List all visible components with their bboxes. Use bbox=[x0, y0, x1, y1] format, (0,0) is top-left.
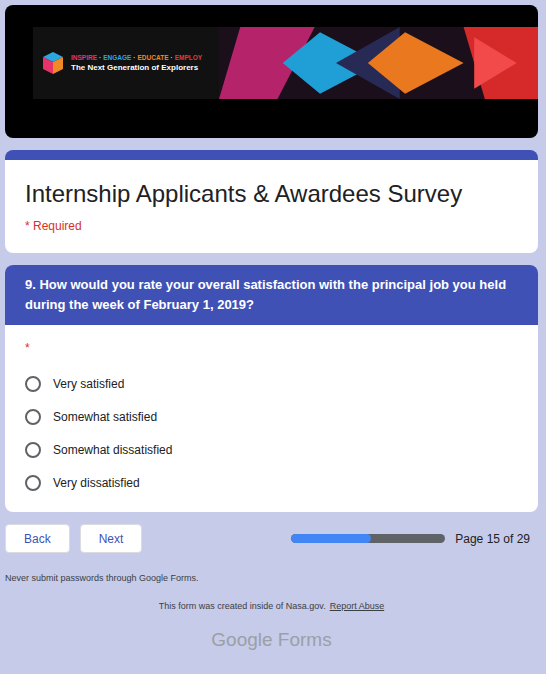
navigation-bar: Back Next Page 15 of 29 bbox=[5, 524, 538, 553]
question-body: * Very satisfied Somewhat satisfied Somewha… bbox=[5, 325, 538, 512]
required-note: * Required bbox=[25, 219, 518, 233]
banner-strip: INSPIRE·ENGAGE·EDUCATE·EMPLOY The Next Ge… bbox=[33, 27, 538, 99]
form-page: INSPIRE·ENGAGE·EDUCATE·EMPLOY The Next Ge… bbox=[0, 0, 546, 674]
radio-icon[interactable] bbox=[25, 409, 41, 425]
title-card: Internship Applicants & Awardees Survey *… bbox=[5, 150, 538, 253]
page-indicator: Page 15 of 29 bbox=[455, 532, 530, 546]
banner-text: INSPIRE·ENGAGE·EDUCATE·EMPLOY The Next Ge… bbox=[71, 54, 202, 72]
banner-art-icon bbox=[219, 27, 538, 99]
progress-bar bbox=[291, 534, 445, 543]
form-title: Internship Applicants & Awardees Survey bbox=[25, 178, 518, 209]
radio-icon[interactable] bbox=[25, 376, 41, 392]
required-mark: * bbox=[25, 341, 518, 361]
banner-tagline: INSPIRE·ENGAGE·EDUCATE·EMPLOY bbox=[71, 54, 202, 61]
question-title: 9. How would you rate your overall satis… bbox=[5, 265, 538, 325]
google-forms-logo: Google Forms bbox=[5, 629, 538, 651]
nav-button[interactable]: Back bbox=[5, 524, 70, 553]
radio-option[interactable]: Somewhat dissatisfied bbox=[25, 439, 518, 461]
report-abuse-link[interactable]: Report Abuse bbox=[330, 601, 385, 611]
radio-icon[interactable] bbox=[25, 442, 41, 458]
nav-button[interactable]: Next bbox=[80, 524, 143, 553]
question-card: 9. How would you rate your overall satis… bbox=[5, 265, 538, 512]
created-note: This form was created inside of Nasa.gov… bbox=[5, 601, 538, 611]
radio-option[interactable]: Very dissatisfied bbox=[25, 472, 518, 494]
password-warning: Never submit passwords through Google Fo… bbox=[5, 573, 538, 583]
banner-subtitle: The Next Generation of Explorers bbox=[71, 63, 202, 72]
banner-brand: INSPIRE·ENGAGE·EDUCATE·EMPLOY The Next Ge… bbox=[33, 27, 219, 99]
radio-option[interactable]: Very satisfied bbox=[25, 373, 518, 395]
radio-icon[interactable] bbox=[25, 475, 41, 491]
radio-option[interactable]: Somewhat satisfied bbox=[25, 406, 518, 428]
header-banner: INSPIRE·ENGAGE·EDUCATE·EMPLOY The Next Ge… bbox=[5, 5, 538, 138]
option-list: Very satisfied Somewhat satisfied Somewhat… bbox=[25, 373, 518, 494]
cube-logo-icon bbox=[41, 51, 65, 75]
